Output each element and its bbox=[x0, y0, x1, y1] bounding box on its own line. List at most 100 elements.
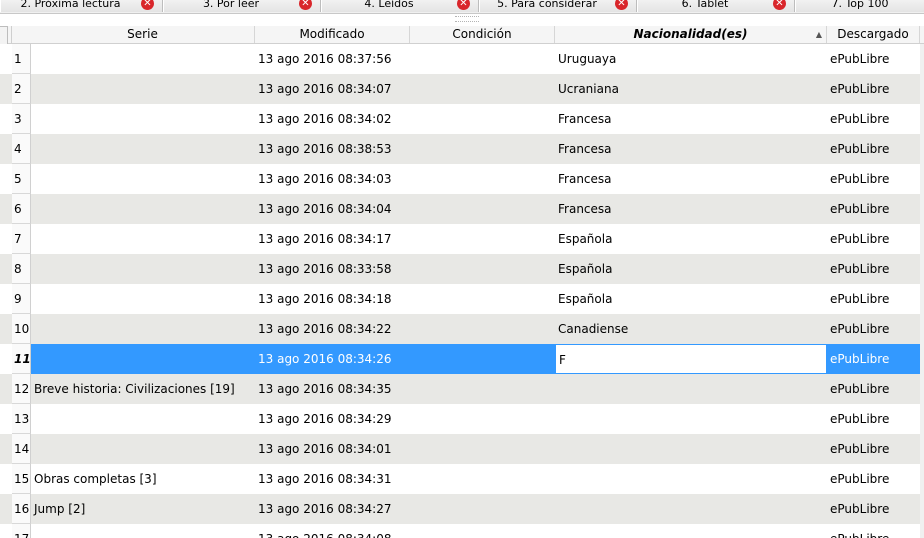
cell-descargado[interactable]: ePubLibre bbox=[827, 194, 920, 224]
cell-modificado[interactable]: 13 ago 2016 08:34:07 bbox=[255, 74, 410, 104]
cell-serie[interactable] bbox=[31, 254, 255, 284]
row-number[interactable]: 4 bbox=[12, 134, 31, 164]
cell-descargado[interactable]: ePubLibre bbox=[827, 494, 920, 524]
cell-nacionalidad[interactable]: Francesa bbox=[555, 134, 827, 164]
row-number[interactable]: 5 bbox=[12, 164, 31, 194]
cell-descargado[interactable]: ePubLibre bbox=[827, 44, 920, 74]
column-header-descargado[interactable]: Descargado bbox=[827, 26, 920, 43]
cell-condicion[interactable] bbox=[410, 284, 555, 314]
cell-serie[interactable]: Obras completas [3] bbox=[31, 464, 255, 494]
cell-condicion[interactable] bbox=[410, 104, 555, 134]
row-number[interactable]: 16 bbox=[12, 494, 31, 524]
cell-nacionalidad[interactable]: F bbox=[555, 344, 827, 374]
tab-proxima-lectura[interactable]: 2. Próxima lectura ✕ bbox=[0, 0, 163, 12]
row-number[interactable]: 15 bbox=[12, 464, 31, 494]
close-icon[interactable]: ✕ bbox=[141, 0, 154, 10]
cell-nacionalidad[interactable] bbox=[555, 464, 827, 494]
table-row[interactable]: 5 13 ago 2016 08:34:03 Francesa ePubLibre bbox=[0, 164, 920, 194]
cell-condicion[interactable] bbox=[410, 464, 555, 494]
cell-modificado[interactable]: 13 ago 2016 08:34:17 bbox=[255, 224, 410, 254]
cell-descargado[interactable]: ePubLibre bbox=[827, 224, 920, 254]
table-row[interactable]: 8 13 ago 2016 08:33:58 Española ePubLibre bbox=[0, 254, 920, 284]
row-number[interactable]: 2 bbox=[12, 74, 31, 104]
table-row[interactable]: 10 13 ago 2016 08:34:22 Canadiense ePubLibr… bbox=[0, 314, 920, 344]
cell-nacionalidad[interactable] bbox=[555, 524, 827, 538]
table-row[interactable]: 2 13 ago 2016 08:34:07 Ucraniana ePubLibre bbox=[0, 74, 920, 104]
table-row[interactable]: 9 13 ago 2016 08:34:18 Española ePubLibre bbox=[0, 284, 920, 314]
cell-descargado[interactable]: ePubLibre bbox=[827, 314, 920, 344]
cell-condicion[interactable] bbox=[410, 194, 555, 224]
row-number[interactable]: 7 bbox=[12, 224, 31, 254]
cell-nacionalidad[interactable]: Francesa bbox=[555, 194, 827, 224]
column-header-serie[interactable]: Serie bbox=[31, 26, 255, 43]
table-row[interactable]: 6 13 ago 2016 08:34:04 Francesa ePubLibre bbox=[0, 194, 920, 224]
cell-serie[interactable] bbox=[31, 44, 255, 74]
cell-serie[interactable] bbox=[31, 74, 255, 104]
cell-nacionalidad[interactable]: Ucraniana bbox=[555, 74, 827, 104]
cell-modificado[interactable]: 13 ago 2016 08:34:27 bbox=[255, 494, 410, 524]
cell-serie[interactable]: Jump [2] bbox=[31, 494, 255, 524]
cell-condicion[interactable] bbox=[410, 164, 555, 194]
cell-nacionalidad[interactable] bbox=[555, 374, 827, 404]
table-row[interactable]: 11 13 ago 2016 08:34:26 FePubLibre bbox=[0, 344, 920, 374]
cell-descargado[interactable]: ePubLibre bbox=[827, 434, 920, 464]
cell-serie[interactable] bbox=[31, 434, 255, 464]
cell-modificado[interactable]: 13 ago 2016 08:34:03 bbox=[255, 164, 410, 194]
close-icon[interactable]: ✕ bbox=[773, 0, 786, 10]
row-number[interactable]: 10 bbox=[12, 314, 31, 344]
cell-condicion[interactable] bbox=[410, 314, 555, 344]
tab-top-100[interactable]: 7. Top 100 bbox=[795, 0, 924, 12]
cell-serie[interactable] bbox=[31, 194, 255, 224]
cell-descargado[interactable]: ePubLibre bbox=[827, 164, 920, 194]
cell-descargado[interactable]: ePubLibre bbox=[827, 74, 920, 104]
cell-condicion[interactable] bbox=[410, 254, 555, 284]
cell-serie[interactable] bbox=[31, 524, 255, 538]
cell-nacionalidad[interactable]: Francesa bbox=[555, 164, 827, 194]
cell-serie[interactable] bbox=[31, 314, 255, 344]
cell-condicion[interactable] bbox=[410, 74, 555, 104]
cell-serie[interactable] bbox=[31, 164, 255, 194]
tab-para-considerar[interactable]: 5. Para considerar ✕ bbox=[479, 0, 637, 12]
cell-condicion[interactable] bbox=[410, 494, 555, 524]
cell-descargado[interactable]: ePubLibre bbox=[827, 104, 920, 134]
cell-descargado[interactable]: ePubLibre bbox=[827, 404, 920, 434]
table-row[interactable]: 4 13 ago 2016 08:38:53 Francesa ePubLibre bbox=[0, 134, 920, 164]
cell-nacionalidad[interactable]: Española bbox=[555, 284, 827, 314]
cell-nacionalidad[interactable] bbox=[555, 494, 827, 524]
tab-leidos[interactable]: 4. Leídos ✕ bbox=[321, 0, 479, 12]
table-row[interactable]: 1 13 ago 2016 08:37:56 Uruguaya ePubLibre bbox=[0, 44, 920, 74]
close-icon[interactable]: ✕ bbox=[457, 0, 470, 10]
row-number[interactable]: 9 bbox=[12, 284, 31, 314]
cell-serie[interactable]: Breve historia: Civilizaciones [19] bbox=[31, 374, 255, 404]
cell-descargado[interactable]: ePubLibre bbox=[827, 134, 920, 164]
tab-tablet[interactable]: 6. Tablet ✕ bbox=[637, 0, 795, 12]
cell-modificado[interactable]: 13 ago 2016 08:34:02 bbox=[255, 104, 410, 134]
cell-serie[interactable] bbox=[31, 224, 255, 254]
cell-modificado[interactable]: 13 ago 2016 08:34:35 bbox=[255, 374, 410, 404]
cell-nacionalidad[interactable]: Canadiense bbox=[555, 314, 827, 344]
cell-condicion[interactable] bbox=[410, 404, 555, 434]
cell-serie[interactable] bbox=[31, 134, 255, 164]
cell-descargado[interactable]: ePubLibre bbox=[827, 524, 920, 538]
table-row[interactable]: 3 13 ago 2016 08:34:02 Francesa ePubLibre bbox=[0, 104, 920, 134]
cell-modificado[interactable]: 13 ago 2016 08:34:18 bbox=[255, 284, 410, 314]
splitter-handle[interactable] bbox=[455, 16, 479, 22]
cell-modificado[interactable]: 13 ago 2016 08:34:26 bbox=[255, 344, 410, 374]
row-number[interactable]: 12 bbox=[12, 374, 31, 404]
close-icon[interactable]: ✕ bbox=[299, 0, 312, 10]
cell-modificado[interactable]: 13 ago 2016 08:33:58 bbox=[255, 254, 410, 284]
row-number[interactable]: 14 bbox=[12, 434, 31, 464]
row-number[interactable]: 11 bbox=[12, 344, 31, 374]
cell-condicion[interactable] bbox=[410, 44, 555, 74]
column-header-condicion[interactable]: Condición bbox=[410, 26, 555, 43]
cell-nacionalidad[interactable]: Uruguaya bbox=[555, 44, 827, 74]
cell-modificado[interactable]: 13 ago 2016 08:34:31 bbox=[255, 464, 410, 494]
cell-serie[interactable] bbox=[31, 404, 255, 434]
table-row[interactable]: 15 Obras completas [3] 13 ago 2016 08:34:3… bbox=[0, 464, 920, 494]
cell-serie[interactable] bbox=[31, 104, 255, 134]
table-row[interactable]: 12 Breve historia: Civilizaciones [19] 13 … bbox=[0, 374, 920, 404]
cell-descargado[interactable]: ePubLibre bbox=[827, 464, 920, 494]
row-number[interactable]: 17 bbox=[12, 524, 31, 538]
cell-modificado[interactable]: 13 ago 2016 08:34:04 bbox=[255, 194, 410, 224]
cell-condicion[interactable] bbox=[410, 224, 555, 254]
